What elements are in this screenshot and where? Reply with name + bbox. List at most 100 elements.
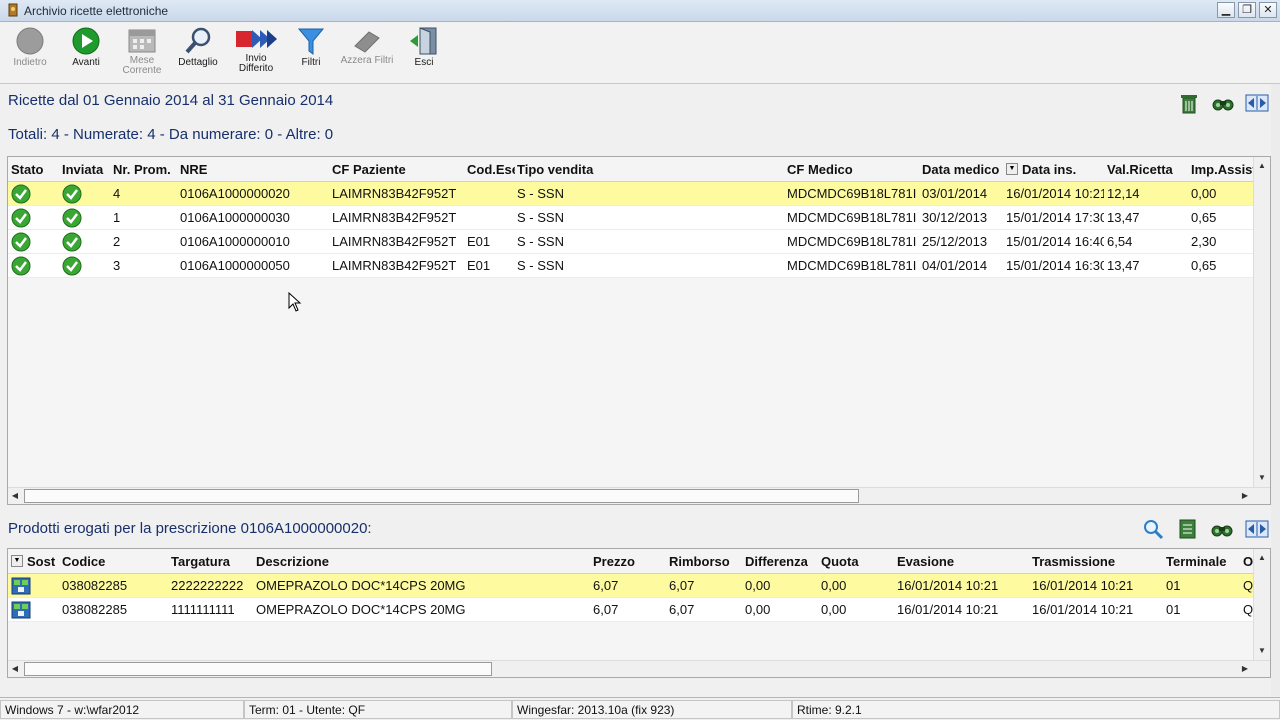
products-header: ▼ Sost Codice Targatura Descrizione Prez… xyxy=(8,549,1270,574)
cell-terminale: 01 xyxy=(1166,602,1181,617)
prescriptions-vscrollbar[interactable]: ▲ ▼ xyxy=(1253,157,1270,488)
cell-tipo-vendita: S - SSN xyxy=(517,258,564,273)
status-ok-icon xyxy=(11,232,31,252)
sent-ok-icon xyxy=(62,232,82,252)
cell-data-medico: 25/12/2013 xyxy=(922,234,988,249)
cell-cf-medico: MDCMDC69B18L781I xyxy=(787,186,917,201)
exit-button[interactable]: Esci xyxy=(396,26,452,82)
filters-button[interactable]: Filtri xyxy=(283,26,339,82)
binoculars-icon[interactable] xyxy=(1210,518,1234,540)
col-inviata[interactable]: Inviata xyxy=(60,157,110,182)
col-sost[interactable]: Sost xyxy=(25,549,59,574)
hscroll-thumb[interactable] xyxy=(24,662,492,676)
trash-icon[interactable] xyxy=(1177,92,1201,114)
cell-imp-assist: 0,00 xyxy=(1191,186,1217,201)
col-stato[interactable]: Stato xyxy=(9,157,59,182)
hscroll-thumb[interactable] xyxy=(24,489,859,503)
col-targatura[interactable]: Targatura xyxy=(169,549,253,574)
status-terminal-user: Term: 01 - Utente: QF xyxy=(244,700,512,719)
scroll-left-icon[interactable]: ◀ xyxy=(9,490,21,502)
exit-door-icon xyxy=(410,27,437,55)
cell-op: QF xyxy=(1243,602,1253,617)
cell-nre: 0106A1000000030 xyxy=(180,210,290,225)
scroll-right-icon[interactable]: ▶ xyxy=(1239,663,1251,675)
table-row[interactable]: 3 0106A1000000050 LAIMRN83B42F952T E01 S… xyxy=(8,254,1254,278)
scroll-up-icon[interactable]: ▲ xyxy=(1256,552,1268,564)
col-cf-paziente[interactable]: CF Paziente xyxy=(330,157,464,182)
cell-targatura: 1111111111 xyxy=(171,602,235,617)
reset-filters-button[interactable]: Azzera Filtri xyxy=(339,26,395,82)
search-icon[interactable] xyxy=(1141,518,1165,540)
col-data-medico[interactable]: Data medico xyxy=(920,157,1004,182)
column-chooser-icon[interactable]: ▼ xyxy=(11,555,23,567)
cell-prezzo: 6,07 xyxy=(593,578,619,593)
scroll-down-icon[interactable]: ▼ xyxy=(1256,645,1268,657)
sent-ok-icon xyxy=(62,208,82,228)
cell-cf-medico: MDCMDC69B18L781I xyxy=(787,234,917,249)
close-button[interactable]: ✕ xyxy=(1259,2,1277,18)
fit-columns-icon[interactable] xyxy=(1245,92,1269,114)
status-rtime: Rtime: 9.2.1 xyxy=(792,700,1280,719)
products-hscrollbar[interactable]: ◀ ▶ xyxy=(8,660,1270,677)
col-val-ricetta[interactable]: Val.Ricetta xyxy=(1105,157,1189,182)
col-prezzo[interactable]: Prezzo xyxy=(591,549,665,574)
cell-cf-paziente: LAIMRN83B42F952T xyxy=(332,210,457,225)
cell-trasmissione: 16/01/2014 10:21 xyxy=(1032,578,1134,593)
minimize-button[interactable]: ▁ xyxy=(1217,2,1235,18)
calendar-icon xyxy=(128,29,156,53)
title-bar: Archivio ricette elettroniche ▁ ❐ ✕ xyxy=(0,0,1280,22)
app-window: Archivio ricette elettroniche ▁ ❐ ✕ Indi… xyxy=(0,0,1280,720)
cell-data-medico: 30/12/2013 xyxy=(922,210,988,225)
fit-columns-icon[interactable] xyxy=(1245,518,1269,540)
back-button[interactable]: Indietro xyxy=(2,26,58,82)
scroll-down-icon[interactable]: ▼ xyxy=(1256,472,1268,484)
cell-cod-ese xyxy=(465,182,515,206)
back-label: Indietro xyxy=(13,57,47,68)
cell-differenza: 0,00 xyxy=(745,578,771,593)
col-trasmissione[interactable]: Trasmissione xyxy=(1030,549,1164,574)
col-tipo-vendita[interactable]: Tipo vendita xyxy=(515,157,785,182)
status-bar: Windows 7 - w:\wfar2012 Term: 01 - Utent… xyxy=(0,697,1280,720)
col-evasione[interactable]: Evasione xyxy=(895,549,1029,574)
col-quota[interactable]: Quota xyxy=(819,549,893,574)
mouse-cursor-icon xyxy=(288,292,302,312)
current-month-label: Mese Corrente xyxy=(122,55,162,76)
col-nre[interactable]: NRE xyxy=(178,157,328,182)
prescriptions-hscrollbar[interactable]: ◀ ▶ xyxy=(8,487,1270,504)
col-terminale[interactable]: Terminale xyxy=(1164,549,1240,574)
table-row[interactable]: 038082285 2222222222 OMEPRAZOLO DOC*14CP… xyxy=(8,574,1254,598)
current-month-button[interactable]: Mese Corrente xyxy=(114,26,170,82)
table-row[interactable]: 038082285 1111111111 OMEPRAZOLO DOC*14CP… xyxy=(8,598,1254,622)
cell-codice: 038082285 xyxy=(62,578,128,593)
col-imp-assist[interactable]: Imp.Assist xyxy=(1189,157,1255,182)
list-edit-icon[interactable] xyxy=(1176,518,1200,540)
col-differenza[interactable]: Differenza xyxy=(743,549,817,574)
table-row[interactable]: 1 0106A1000000030 LAIMRN83B42F952T S - S… xyxy=(8,206,1254,230)
col-descrizione[interactable]: Descrizione xyxy=(254,549,590,574)
scroll-up-icon[interactable]: ▲ xyxy=(1256,160,1268,172)
restore-button[interactable]: ❐ xyxy=(1238,2,1256,18)
table-row[interactable]: 2 0106A1000000010 LAIMRN83B42F952T E01 S… xyxy=(8,230,1254,254)
col-data-ins[interactable]: Data ins. xyxy=(1020,157,1104,182)
col-nr-prom[interactable]: Nr. Prom. xyxy=(111,157,177,182)
col-cod-ese[interactable]: Cod.Ese xyxy=(465,157,515,182)
cell-targatura: 2222222222 xyxy=(171,578,244,593)
cell-cf-medico: MDCMDC69B18L781I xyxy=(787,210,917,225)
sort-dropdown-icon[interactable]: ▼ xyxy=(1006,163,1018,175)
cell-cod-ese: E01 xyxy=(467,258,491,273)
deferred-send-button[interactable]: Invio Differito xyxy=(228,26,284,82)
prescriptions-header: Stato Inviata Nr. Prom. NRE CF Paziente … xyxy=(8,157,1270,182)
products-title: Prodotti erogati per la prescrizione 010… xyxy=(8,520,372,537)
exit-label: Esci xyxy=(414,57,434,68)
forward-button[interactable]: Avanti xyxy=(58,26,114,82)
col-codice[interactable]: Codice xyxy=(60,549,168,574)
col-rimborso[interactable]: Rimborso xyxy=(667,549,741,574)
table-row[interactable]: 4 0106A1000000020 LAIMRN83B42F952T S - S… xyxy=(8,182,1254,206)
scroll-left-icon[interactable]: ◀ xyxy=(9,663,21,675)
cell-cf-medico: MDCMDC69B18L781I xyxy=(787,258,917,273)
binoculars-icon[interactable] xyxy=(1211,92,1235,114)
detail-button[interactable]: Dettaglio xyxy=(170,26,226,82)
col-cf-medico[interactable]: CF Medico xyxy=(785,157,919,182)
scroll-right-icon[interactable]: ▶ xyxy=(1239,490,1251,502)
products-vscrollbar[interactable]: ▲ ▼ xyxy=(1253,549,1270,661)
